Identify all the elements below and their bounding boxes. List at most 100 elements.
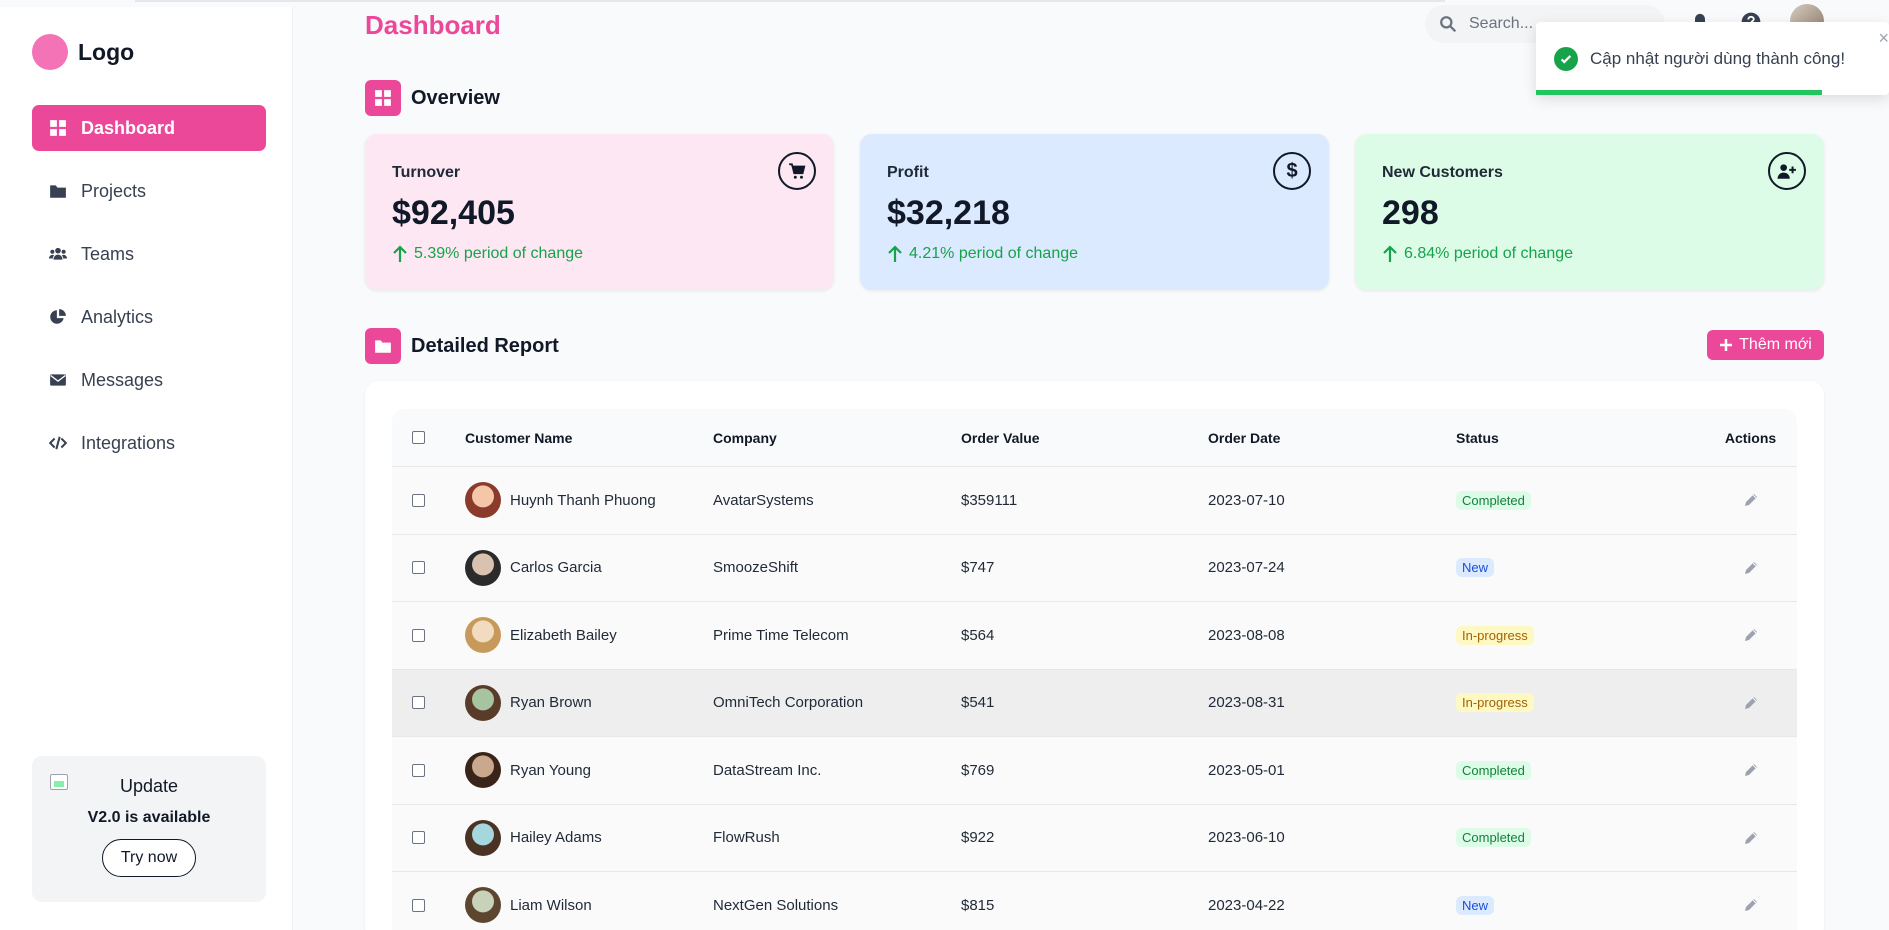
table-row[interactable]: Huynh Thanh Phuong AvatarSystems $359111… xyxy=(392,467,1797,535)
card-change-text: 5.39% period of change xyxy=(414,245,584,262)
status-badge: Completed xyxy=(1456,760,1531,780)
avatar xyxy=(465,482,501,519)
sidebar-item-analytics[interactable]: Analytics xyxy=(32,294,266,340)
actions-cell xyxy=(1704,627,1797,643)
status-cell: Completed xyxy=(1456,828,1704,848)
sidebar-nav: Dashboard Projects Teams Analytics Messa… xyxy=(32,105,266,483)
card-change: 4.21% period of change xyxy=(887,245,1078,263)
avatar xyxy=(465,549,501,586)
table-row[interactable]: Elizabeth Bailey Prime Time Telecom $564… xyxy=(392,602,1797,670)
edit-icon[interactable] xyxy=(1743,627,1759,643)
customer-cell: Hailey Adams xyxy=(465,819,713,856)
sidebar-item-integrations[interactable]: Integrations xyxy=(32,420,266,466)
column-header[interactable]: Order Value xyxy=(961,430,1208,446)
sidebar-item-label: Teams xyxy=(81,243,135,264)
order-value-cell: $747 xyxy=(961,559,995,577)
card-change-text: 4.21% period of change xyxy=(909,245,1079,262)
customer-name: Liam Wilson xyxy=(510,896,592,914)
turnover-card: Turnover $92,405 5.39% period of change xyxy=(365,134,834,290)
row-checkbox[interactable] xyxy=(412,561,425,575)
customer-cell: Liam Wilson xyxy=(465,887,713,924)
column-header[interactable]: Customer Name xyxy=(465,430,713,446)
order-value-cell: $922 xyxy=(961,829,995,847)
card-label: Profit xyxy=(887,164,929,181)
customer-name: Hailey Adams xyxy=(510,829,602,847)
edit-icon[interactable] xyxy=(1743,492,1759,508)
customer-name: Ryan Brown xyxy=(510,694,592,712)
company-cell: NextGen Solutions xyxy=(713,896,839,914)
row-checkbox[interactable] xyxy=(412,628,425,642)
add-new-button[interactable]: Thêm mới xyxy=(1707,330,1824,360)
sidebar-item-projects[interactable]: Projects xyxy=(32,168,266,214)
sidebar-item-label: Analytics xyxy=(81,306,154,327)
customer-name: Carlos Garcia xyxy=(510,559,602,577)
edit-icon[interactable] xyxy=(1743,897,1759,913)
sidebar-item-dashboard[interactable]: Dashboard xyxy=(32,105,266,151)
close-icon[interactable]: × xyxy=(1878,28,1889,49)
search-icon xyxy=(1440,16,1457,33)
add-new-label: Thêm mới xyxy=(1739,336,1812,353)
table-row[interactable]: Ryan Brown OmniTech Corporation $541 202… xyxy=(392,669,1797,737)
avatar xyxy=(465,887,501,924)
arrow-up-icon xyxy=(1383,245,1397,262)
sidebar: Logo Dashboard Projects Teams Analytics … xyxy=(0,7,293,930)
logo[interactable]: Logo xyxy=(32,34,134,70)
table-row[interactable]: Carlos Garcia SmoozeShift $747 2023-07-2… xyxy=(392,534,1797,602)
customer-cell: Ryan Brown xyxy=(465,684,713,721)
select-all-checkbox[interactable] xyxy=(412,431,425,444)
column-header[interactable]: Order Date xyxy=(1208,430,1456,446)
sidebar-item-label: Messages xyxy=(81,369,164,390)
dollar-icon: $ xyxy=(1273,152,1311,190)
edit-icon[interactable] xyxy=(1743,762,1759,778)
arrow-up-icon xyxy=(888,245,902,262)
sidebar-item-teams[interactable]: Teams xyxy=(32,231,266,277)
sidebar-item-messages[interactable]: Messages xyxy=(32,357,266,403)
table-body: Huynh Thanh Phuong AvatarSystems $359111… xyxy=(392,467,1797,930)
row-checkbox[interactable] xyxy=(412,898,425,912)
envelope-icon xyxy=(50,374,66,386)
row-checkbox[interactable] xyxy=(412,493,425,507)
status-badge: In-progress xyxy=(1456,693,1534,713)
edit-icon[interactable] xyxy=(1743,695,1759,711)
avatar xyxy=(465,752,501,789)
row-checkbox[interactable] xyxy=(412,831,425,845)
status-cell: In-progress xyxy=(1456,693,1704,713)
company-cell: Prime Time Telecom xyxy=(713,626,849,644)
overview-title: Overview xyxy=(411,86,500,109)
plus-icon xyxy=(1720,339,1733,351)
avatar xyxy=(465,617,501,654)
order-date-cell: 2023-04-22 xyxy=(1208,896,1285,914)
customer-name: Elizabeth Bailey xyxy=(510,626,617,644)
edit-icon[interactable] xyxy=(1743,830,1759,846)
order-date-cell: 2023-07-10 xyxy=(1208,491,1285,509)
actions-cell xyxy=(1704,492,1797,508)
table-row[interactable]: Liam Wilson NextGen Solutions $815 2023-… xyxy=(392,872,1797,930)
column-header[interactable]: Company xyxy=(713,430,961,446)
actions-cell xyxy=(1704,762,1797,778)
company-cell: OmniTech Corporation xyxy=(713,694,864,712)
status-badge: In-progress xyxy=(1456,625,1534,645)
update-card: Update V2.0 is available Try now xyxy=(32,756,266,902)
edit-icon[interactable] xyxy=(1743,560,1759,576)
grid-icon xyxy=(365,80,401,116)
arrow-up-icon xyxy=(393,245,407,262)
status-cell: In-progress xyxy=(1456,625,1704,645)
order-value-cell: $564 xyxy=(961,626,995,644)
top-border xyxy=(135,0,1445,2)
cart-icon xyxy=(778,152,816,190)
row-checkbox[interactable] xyxy=(412,763,425,777)
row-checkbox[interactable] xyxy=(412,696,425,710)
update-subtitle: V2.0 is available xyxy=(87,809,211,826)
report-title: Detailed Report xyxy=(411,334,559,357)
status-badge: New xyxy=(1456,558,1495,578)
table-row[interactable]: Hailey Adams FlowRush $922 2023-06-10 Co… xyxy=(392,804,1797,872)
check-circle-icon xyxy=(1554,46,1578,71)
table-row[interactable]: Ryan Young DataStream Inc. $769 2023-05-… xyxy=(392,737,1797,805)
column-header[interactable]: Status xyxy=(1456,430,1704,446)
company-cell: DataStream Inc. xyxy=(713,761,822,779)
users-icon xyxy=(49,247,67,260)
status-cell: New xyxy=(1456,558,1704,578)
order-date-cell: 2023-07-24 xyxy=(1208,559,1285,577)
actions-cell xyxy=(1704,897,1797,913)
try-now-button[interactable]: Try now xyxy=(101,839,197,877)
